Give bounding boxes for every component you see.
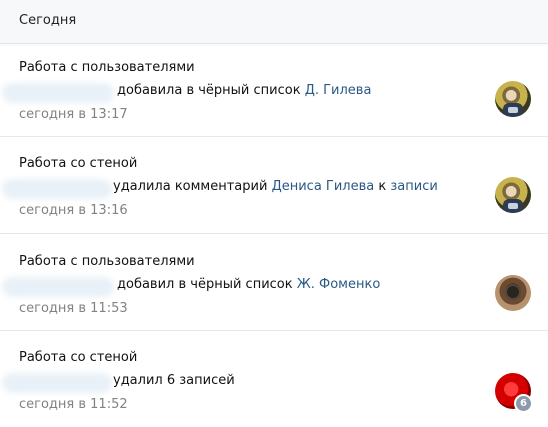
entry-action-line: удалила комментарий Дениса Гилева к запи… xyxy=(113,179,438,199)
entry-category: Работа с пользователями xyxy=(19,60,195,75)
entry-time: сегодня в 13:17 xyxy=(19,107,128,122)
entry-time: сегодня в 11:52 xyxy=(19,397,128,412)
user-avatar[interactable] xyxy=(495,177,531,213)
blurred-username xyxy=(2,277,114,297)
entry-action-line: удалил 6 записей xyxy=(113,373,235,393)
divider xyxy=(0,330,548,331)
entry-action: добавил в чёрный список xyxy=(117,277,293,292)
entry-target-link[interactable]: Ж. Фоменко xyxy=(297,277,381,292)
count-badge: 6 xyxy=(514,394,533,413)
entry-action-line: добавил в чёрный список Ж. Фоменко xyxy=(117,277,380,297)
divider xyxy=(0,233,548,234)
entry-category: Работа со стеной xyxy=(19,350,138,365)
entry-target-link[interactable]: Д. Гилева xyxy=(305,83,372,98)
log-entry: Работа с пользователями добавила в чёрны… xyxy=(0,47,548,144)
entry-action: удалила комментарий xyxy=(113,179,268,194)
entry-target-link[interactable]: Дениса Гилева xyxy=(272,179,375,194)
user-avatar[interactable] xyxy=(495,81,531,117)
blurred-username xyxy=(2,373,112,393)
section-title: Сегодня xyxy=(19,13,77,28)
entry-action: удалил 6 записей xyxy=(113,373,235,388)
log-entry: Работа со стеной удалил 6 записей сегодн… xyxy=(0,337,548,427)
log-entry: Работа с пользователями добавил в чёрный… xyxy=(0,241,548,338)
entry-time: сегодня в 11:53 xyxy=(19,301,128,316)
entry-time: сегодня в 13:16 xyxy=(19,203,128,218)
section-header: Сегодня xyxy=(0,0,548,44)
user-avatar[interactable] xyxy=(495,275,531,311)
blurred-username xyxy=(2,83,114,103)
entry-action: добавила в чёрный список xyxy=(117,83,301,98)
log-entry: Работа со стеной удалила комментарий Ден… xyxy=(0,143,548,240)
entry-action-line: добавила в чёрный список Д. Гилева xyxy=(117,83,371,103)
entry-category: Работа с пользователями xyxy=(19,254,195,269)
divider xyxy=(0,136,548,137)
entry-category: Работа со стеной xyxy=(19,156,138,171)
blurred-username xyxy=(2,179,112,199)
entry-post-link[interactable]: записи xyxy=(390,179,437,194)
entry-connector: к xyxy=(378,179,387,194)
